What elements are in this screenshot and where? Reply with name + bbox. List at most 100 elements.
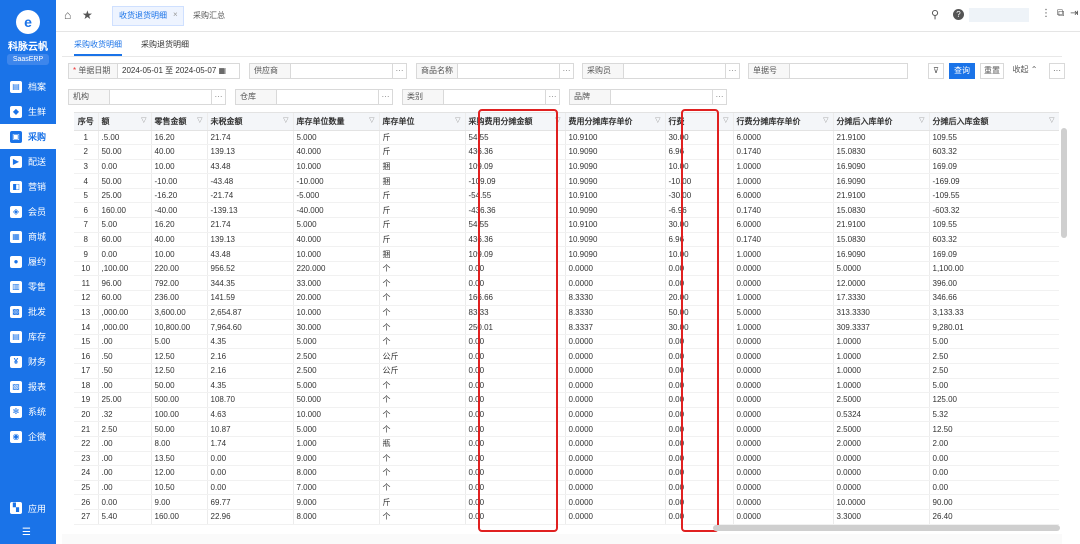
- column-header[interactable]: 行费分摊库存单价 ▽: [733, 113, 834, 131]
- more-options-button[interactable]: ···: [1049, 63, 1065, 79]
- table-row[interactable]: 1.5.00 16.20 21.74 5.000 斤 54.55 10.9100 30.00 6…: [74, 130, 1059, 146]
- table-row[interactable]: 13,000.00 3,600.00 2,654.87 10.000 个 83.33 8.3…: [74, 305, 1059, 321]
- sidebar-item[interactable]: ◆ 生鲜: [0, 99, 56, 124]
- sidebar-item[interactable]: ◧ 营销: [0, 174, 56, 199]
- calendar-icon[interactable]: ▦: [219, 66, 227, 75]
- sidebar-item[interactable]: ▦ 商城: [0, 224, 56, 249]
- table-row[interactable]: 20.32 100.00 4.63 10.000 个 0.00 0.0000 0.00 0.00…: [74, 407, 1059, 423]
- filter-icon[interactable]: ⊽: [928, 63, 944, 79]
- table-row[interactable]: 25.00 10.50 0.00 7.000 个 0.00 0.0000 0.00 0.0000…: [74, 480, 1059, 496]
- help-icon[interactable]: ?: [953, 9, 964, 20]
- column-header[interactable]: 额 ▽: [98, 113, 152, 131]
- column-filter-icon[interactable]: ▽: [283, 116, 288, 124]
- subtab-return-detail[interactable]: 采购退货明细: [141, 38, 189, 56]
- column-filter-icon[interactable]: ▽: [141, 116, 146, 124]
- brand-more-button[interactable]: ···: [713, 89, 727, 105]
- table-row[interactable]: 24.00 12.00 0.00 8.000 个 0.00 0.0000 0.00 0.0000…: [74, 465, 1059, 481]
- column-filter-icon[interactable]: ▽: [369, 116, 374, 124]
- buyer-more-button[interactable]: ···: [726, 63, 740, 79]
- reset-button[interactable]: 重置: [980, 63, 1004, 79]
- nav-icon: ▥: [10, 280, 22, 293]
- buyer-input[interactable]: [624, 63, 726, 79]
- product-more-button[interactable]: ···: [560, 63, 574, 79]
- table-row[interactable]: 5 25.00 -16.20 -21.74 -5.000 斤 -54.55 10.9100 -3…: [74, 188, 1059, 204]
- collapse-menu-icon[interactable]: ☰: [22, 527, 31, 538]
- column-filter-icon[interactable]: ▽: [823, 116, 828, 124]
- category-more-button[interactable]: ···: [546, 89, 560, 105]
- warehouse-more-button[interactable]: ···: [379, 89, 393, 105]
- column-header[interactable]: 序号: [74, 113, 99, 131]
- org-input[interactable]: [110, 89, 212, 105]
- column-filter-icon[interactable]: ▽: [655, 116, 660, 124]
- sidebar-item[interactable]: ◉ 企微: [0, 424, 56, 449]
- table-row[interactable]: 3 0.00 10.00 43.48 10.000 捆 109.09 10.9090 10.00…: [74, 159, 1059, 175]
- table-row[interactable]: 8 60.00 40.00 139.13 40.000 斤 436.36 10.9090 6.9…: [74, 232, 1059, 248]
- table-row[interactable]: 21 2.50 50.00 10.87 5.000 个 0.00 0.0000 0.00 0.00…: [74, 421, 1059, 437]
- column-header[interactable]: 库存单位数量 ▽: [293, 113, 380, 131]
- tab-purchase-summary[interactable]: 采购汇总: [193, 6, 225, 26]
- home-icon[interactable]: ⌂: [64, 8, 71, 22]
- sidebar-item[interactable]: ▤ 档案: [0, 74, 56, 99]
- collapse-button[interactable]: 收起 ⌃: [1009, 63, 1041, 79]
- column-filter-icon[interactable]: ▽: [197, 116, 202, 124]
- table-row[interactable]: 17.50 12.50 2.16 2.500 公斤 0.00 0.0000 0.00 0.000…: [74, 363, 1059, 379]
- search-icon[interactable]: ⚲: [931, 8, 939, 21]
- column-header[interactable]: 零售金额 ▽: [151, 113, 208, 131]
- supplier-more-button[interactable]: ···: [393, 63, 407, 79]
- sidebar-item[interactable]: ▶ 配送: [0, 149, 56, 174]
- tab-close-icon[interactable]: ×: [173, 6, 178, 24]
- table-row[interactable]: 7 5.00 16.20 21.74 5.000 斤 54.55 10.9100 30.00 6.…: [74, 217, 1059, 233]
- column-filter-icon[interactable]: ▽: [919, 116, 924, 124]
- table-row[interactable]: 23.00 13.50 0.00 9.000 个 0.00 0.0000 0.00 0.0000…: [74, 451, 1059, 467]
- table-row[interactable]: 14,000.00 10,800.00 7,964.60 30.000 个 250.01 8…: [74, 319, 1059, 335]
- sidebar-item[interactable]: ¥ 财务: [0, 349, 56, 374]
- table-row[interactable]: 22.00 8.00 1.74 1.000 瓶 0.00 0.0000 0.00 0.0000 2…: [74, 436, 1059, 452]
- warehouse-input[interactable]: [277, 89, 379, 105]
- subtab-receipt-detail[interactable]: 采购收货明细: [74, 38, 122, 56]
- sidebar-item[interactable]: ✻ 系统: [0, 399, 56, 424]
- sidebar-item[interactable]: ▧ 报表: [0, 374, 56, 399]
- sidebar-item[interactable]: ▩ 批发: [0, 299, 56, 324]
- date-range-input[interactable]: 2024-05-01 至 2024-05-07 ▦: [118, 63, 240, 79]
- table-cell: 4: [74, 173, 99, 189]
- table-row[interactable]: 4 50.00 -10.00 -43.48 -10.000 捆 -109.09 10.9090…: [74, 173, 1059, 189]
- table-row[interactable]: 27 5.40 160.00 22.96 8.000 个 0.00 0.0000 0.00 0.0…: [74, 509, 1059, 525]
- horizontal-scrollbar[interactable]: [713, 525, 1060, 531]
- product-name-input[interactable]: [458, 63, 560, 79]
- table-row[interactable]: 2 50.00 40.00 139.13 40.000 斤 436.36 10.9090 6.9…: [74, 144, 1059, 160]
- vertical-scrollbar[interactable]: [1061, 128, 1067, 238]
- sidebar-item[interactable]: ▤ 库存: [0, 324, 56, 349]
- column-header[interactable]: 分摊后入库单价 ▽: [833, 113, 930, 131]
- table-row[interactable]: 11 96.00 792.00 344.35 33.000 个 0.00 0.0000 0.00…: [74, 275, 1059, 292]
- sidebar-item[interactable]: ▥ 零售: [0, 274, 56, 299]
- query-button[interactable]: 查询: [949, 63, 975, 79]
- table-row[interactable]: 26 0.00 9.00 69.77 9.000 斤 0.00 0.0000 0.00 0.000…: [74, 494, 1059, 510]
- supplier-input[interactable]: [291, 63, 393, 79]
- sidebar-item[interactable]: ◈ 会员: [0, 199, 56, 224]
- column-header[interactable]: 分摊后入库金额 ▽: [929, 113, 1059, 131]
- user-info[interactable]: [969, 8, 1029, 22]
- column-header[interactable]: 费用分摊库存单价 ▽: [565, 113, 666, 131]
- table-row[interactable]: 16.50 12.50 2.16 2.500 公斤 0.00 0.0000 0.00 0.000…: [74, 348, 1059, 364]
- table-row[interactable]: 10,100.00 220.00 956.52 220.000 个 0.00 0.0000 0…: [74, 261, 1059, 277]
- table-row[interactable]: 12 60.00 236.00 141.59 20.000 个 166.66 8.3330 20…: [74, 290, 1059, 306]
- column-header[interactable]: 库存单位 ▽: [379, 113, 466, 131]
- doc-no-input[interactable]: [790, 63, 908, 79]
- column-filter-icon[interactable]: ▽: [1049, 116, 1054, 124]
- table-row[interactable]: 19 25.00 500.00 108.70 50.000 个 0.00 0.0000 0.00…: [74, 392, 1059, 408]
- org-more-button[interactable]: ···: [212, 89, 226, 105]
- table-row[interactable]: 15.00 5.00 4.35 5.000 个 0.00 0.0000 0.00 0.0000 1…: [74, 334, 1059, 350]
- sidebar-item-apps[interactable]: ▚ 应用: [0, 497, 56, 519]
- table-row[interactable]: 18.00 50.00 4.35 5.000 个 0.00 0.0000 0.00 0.0000…: [74, 378, 1059, 394]
- star-icon[interactable]: ★: [82, 8, 93, 22]
- toolbar-icons[interactable]: ⋮⧉⇥: [1041, 8, 1080, 19]
- category-input[interactable]: [444, 89, 546, 105]
- sidebar-item[interactable]: ● 履约: [0, 249, 56, 274]
- brand-input[interactable]: [611, 89, 713, 105]
- column-filter-icon[interactable]: ▽: [455, 116, 460, 124]
- sidebar-item[interactable]: ▣ 采购: [0, 124, 56, 149]
- column-filter-icon[interactable]: ▽: [723, 116, 728, 124]
- table-row[interactable]: 6 160.00 -40.00 -139.13 -40.000 斤 -436.36 10.90…: [74, 202, 1059, 219]
- table-row[interactable]: 9 0.00 10.00 43.48 10.000 捆 109.09 10.9090 10.00…: [74, 246, 1059, 262]
- column-header[interactable]: 未税金额 ▽: [207, 113, 294, 131]
